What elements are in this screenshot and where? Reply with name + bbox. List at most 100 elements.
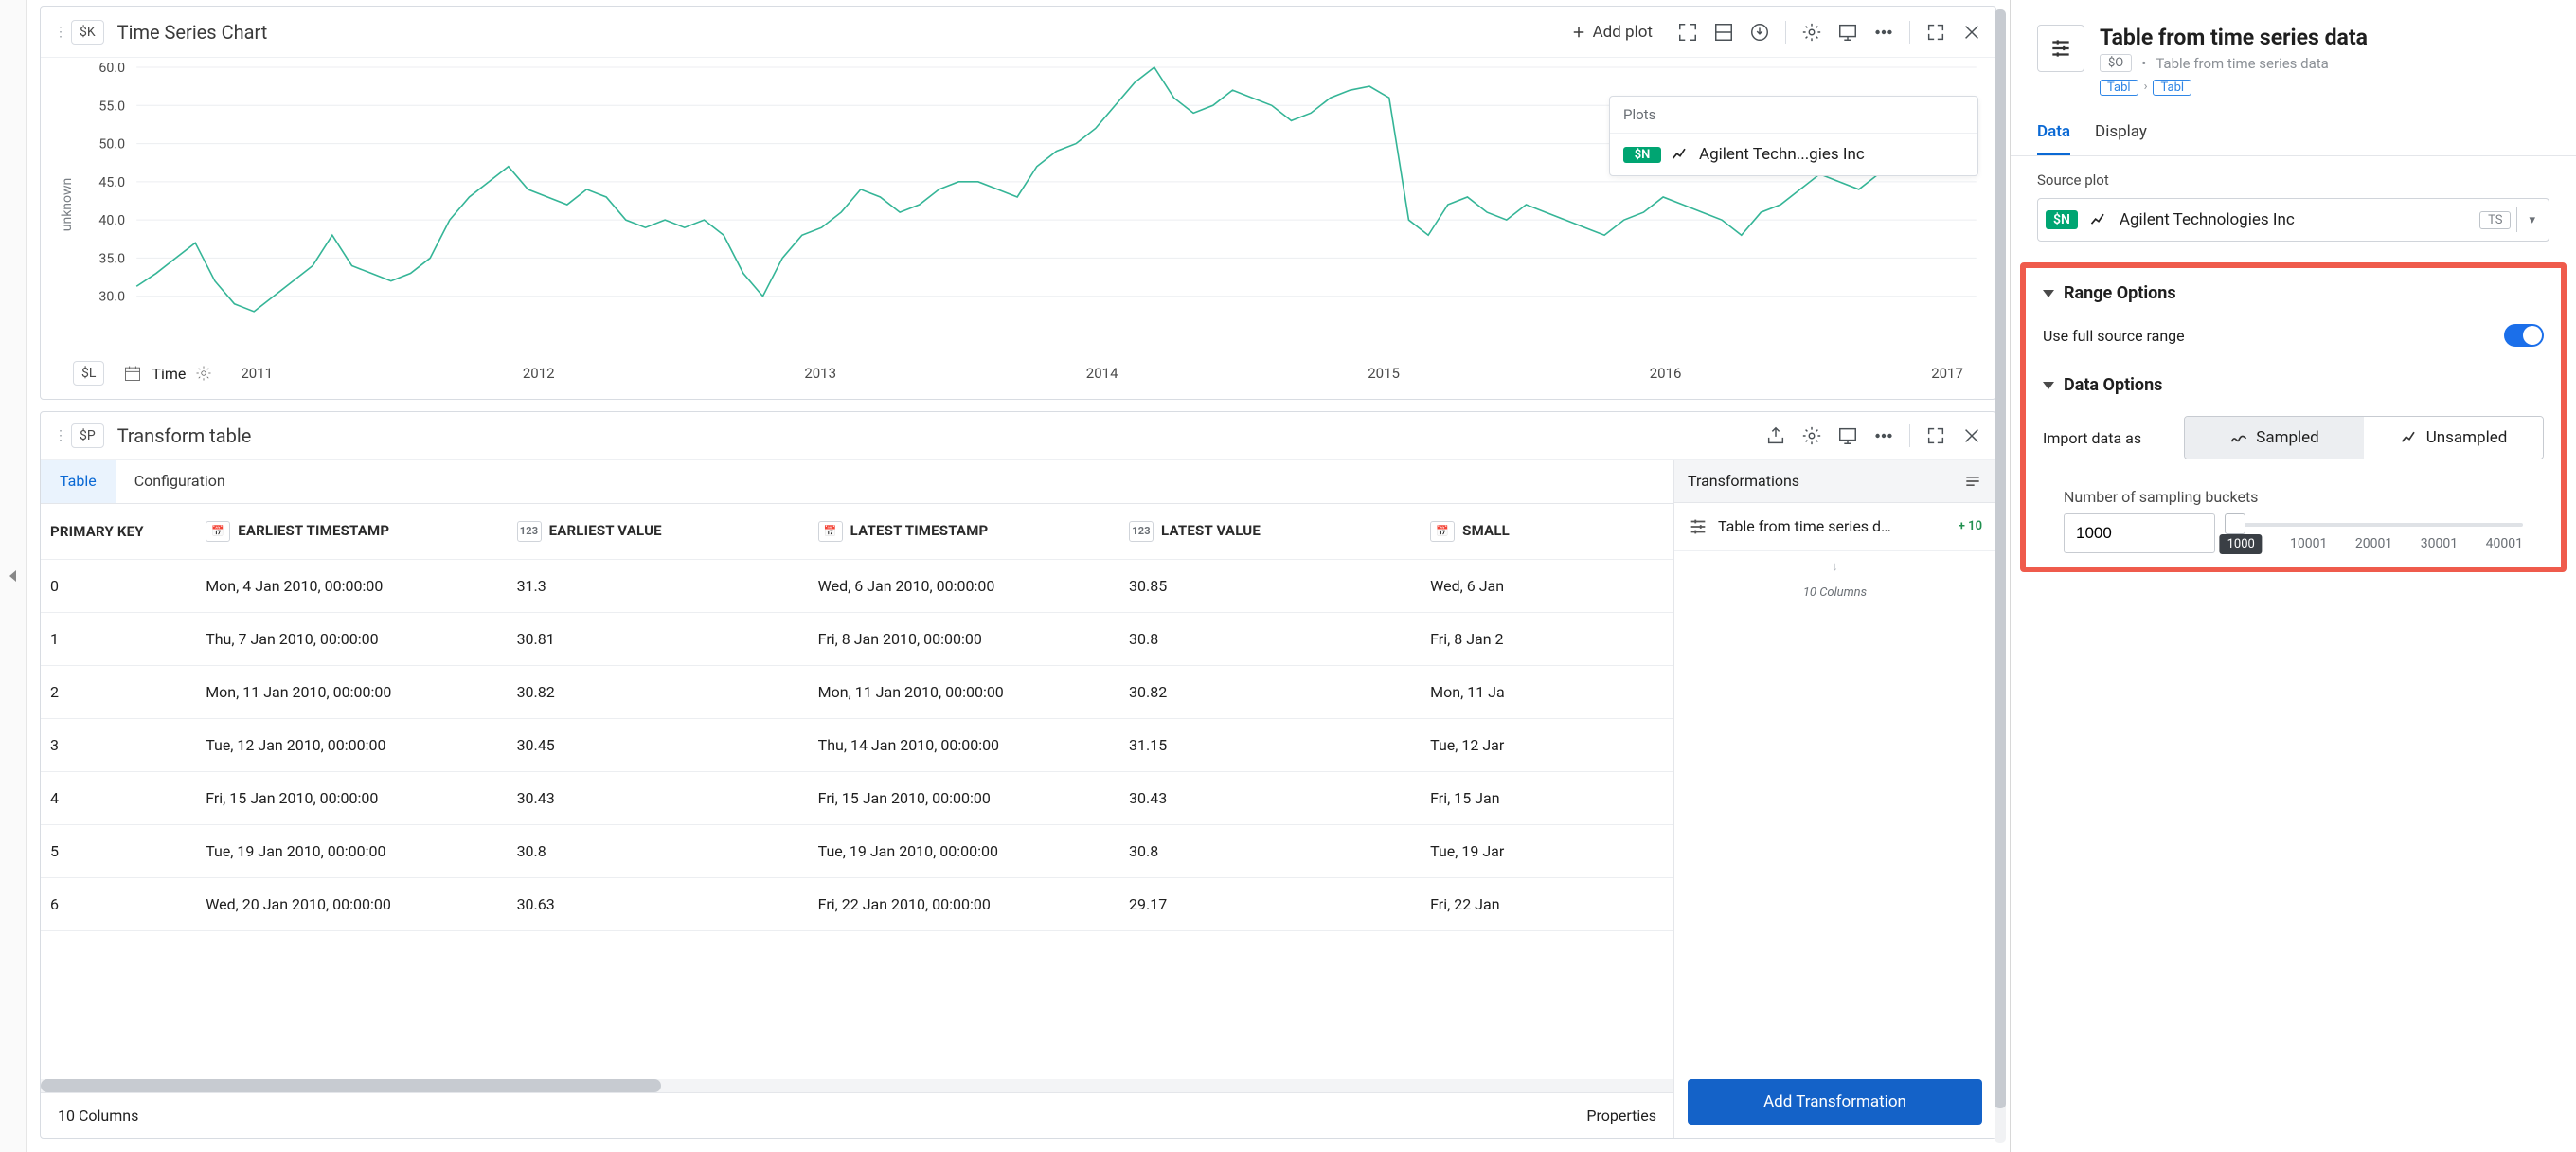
svg-text:30.0: 30.0	[98, 290, 125, 305]
monitor-icon[interactable]	[1837, 22, 1858, 43]
legend-card: Plots $N Agilent Techn...gies Inc	[1609, 96, 1978, 176]
source-plot-label: Source plot	[2037, 171, 2549, 189]
svg-text:60.0: 60.0	[98, 61, 125, 76]
column-header[interactable]: 📅SMALL	[1421, 504, 1673, 560]
x-tick: 2013	[804, 365, 836, 382]
calendar-icon: 📅	[206, 521, 230, 542]
buckets-input[interactable]	[2064, 513, 2215, 553]
slider-tooltip: 1000	[2220, 534, 2263, 554]
sampled-button[interactable]: Sampled	[2185, 417, 2364, 459]
chart-canvas[interactable]: unknown 30.035.040.045.050.055.060.0 Plo…	[41, 58, 1995, 351]
table-panel: ⋮⋮⋮ $P Transform table Table Co	[40, 411, 1996, 1139]
list-icon[interactable]	[1963, 472, 1982, 491]
tab-configuration[interactable]: Configuration	[116, 460, 244, 503]
plus-icon	[1570, 24, 1587, 41]
drag-handle-icon[interactable]: ⋮⋮⋮	[54, 25, 71, 40]
transform-item[interactable]: Table from time series d… + 10	[1674, 503, 1995, 551]
x-tick: 2012	[523, 365, 555, 382]
inspector-panel: Table from time series data $O • Table f…	[2011, 0, 2576, 1152]
column-count-label: 10 Columns	[58, 1107, 138, 1125]
x-tick: 2014	[1086, 365, 1118, 382]
more-icon[interactable]	[1873, 425, 1894, 446]
autoscale-icon[interactable]	[1713, 22, 1734, 43]
table-row[interactable]: 6Wed, 20 Jan 2010, 00:00:0030.63Fri, 22 …	[41, 877, 1673, 930]
breadcrumb-chip[interactable]: Tabl	[2153, 80, 2191, 96]
svg-text:40.0: 40.0	[98, 213, 125, 228]
time-badge[interactable]: $L	[73, 361, 104, 386]
horizontal-scrollbar[interactable]	[41, 1079, 1673, 1092]
close-icon[interactable]	[1961, 425, 1982, 446]
range-options-header[interactable]: Range Options	[2026, 268, 2561, 318]
chart-badge[interactable]: $K	[71, 20, 104, 45]
table-badge[interactable]: $P	[71, 423, 104, 448]
chart-panel: ⋮⋮⋮ $K Time Series Chart Add plot	[40, 6, 1996, 400]
chevron-down-icon	[2043, 290, 2054, 297]
svg-text:50.0: 50.0	[98, 137, 125, 153]
table-row[interactable]: 4Fri, 15 Jan 2010, 00:00:0030.43Fri, 15 …	[41, 771, 1673, 824]
chevron-left-icon	[9, 570, 16, 582]
unsampled-button[interactable]: Unsampled	[2364, 417, 2543, 459]
gear-icon[interactable]	[195, 365, 212, 382]
tab-display[interactable]: Display	[2095, 122, 2147, 155]
x-tick: 2016	[1650, 365, 1682, 382]
inspector-title: Table from time series data	[2100, 25, 2549, 50]
transformations-panel: Transformations Table from time series d…	[1673, 460, 1995, 1139]
column-header[interactable]: 123EARLIEST VALUE	[508, 504, 809, 560]
calendar-icon: 📅	[818, 521, 843, 542]
fullscreen-icon[interactable]	[1925, 22, 1946, 43]
fit-icon[interactable]	[1677, 22, 1698, 43]
gear-icon[interactable]	[1801, 22, 1822, 43]
tab-table[interactable]: Table	[41, 460, 116, 503]
properties-link[interactable]: Properties	[1586, 1107, 1656, 1125]
gear-icon[interactable]	[1801, 425, 1822, 446]
transforms-column-count: 10 Columns	[1674, 582, 1995, 613]
svg-text:35.0: 35.0	[98, 251, 125, 266]
legend-item[interactable]: $N Agilent Techn...gies Inc	[1610, 134, 1977, 175]
chevron-down-icon	[2043, 382, 2054, 389]
close-icon[interactable]	[1961, 22, 1982, 43]
fullscreen-icon[interactable]	[1925, 425, 1946, 446]
table-row[interactable]: 3Tue, 12 Jan 2010, 00:00:0030.45Thu, 14 …	[41, 718, 1673, 771]
column-header[interactable]: 123LATEST VALUE	[1119, 504, 1421, 560]
arrow-down-icon: ↓	[1674, 551, 1995, 582]
export-icon[interactable]	[1765, 425, 1786, 446]
table-row[interactable]: 2Mon, 11 Jan 2010, 00:00:0030.82Mon, 11 …	[41, 665, 1673, 718]
column-header[interactable]: PRIMARY KEY	[41, 504, 196, 560]
legend-title: Plots	[1610, 97, 1977, 134]
time-label: Time	[152, 365, 186, 383]
data-grid[interactable]: PRIMARY KEY📅EARLIEST TIMESTAMP123EARLIES…	[41, 504, 1673, 1080]
buckets-slider[interactable]: 1000 100010001200013000140001	[2232, 513, 2523, 551]
line-chart-icon	[2400, 428, 2419, 447]
column-header[interactable]: 📅EARLIEST TIMESTAMP	[196, 504, 507, 560]
options-highlight: Range Options Use full source range Data…	[2020, 262, 2567, 572]
column-header[interactable]: 📅LATEST TIMESTAMP	[809, 504, 1119, 560]
monitor-icon[interactable]	[1837, 425, 1858, 446]
table-transform-icon	[2037, 25, 2084, 72]
table-row[interactable]: 1Thu, 7 Jan 2010, 00:00:0030.81Fri, 8 Ja…	[41, 612, 1673, 665]
table-row[interactable]: 0Mon, 4 Jan 2010, 00:00:0031.3Wed, 6 Jan…	[41, 559, 1673, 612]
svg-text:55.0: 55.0	[98, 99, 125, 114]
import-as-label: Import data as	[2043, 429, 2141, 447]
breadcrumb-chip[interactable]: Tabl	[2100, 80, 2138, 96]
use-full-range-label: Use full source range	[2043, 327, 2185, 345]
buckets-label: Number of sampling buckets	[2026, 473, 2561, 513]
x-tick: 2015	[1368, 365, 1400, 382]
number-icon: 123	[517, 521, 542, 542]
line-chart-icon	[1671, 145, 1690, 164]
collapse-gutter[interactable]	[0, 0, 27, 1152]
chart-title: Time Series Chart	[117, 21, 1570, 44]
data-options-header[interactable]: Data Options	[2026, 360, 2561, 410]
download-icon[interactable]	[1749, 22, 1770, 43]
drag-handle-icon[interactable]: ⋮⋮⋮	[54, 428, 71, 443]
use-full-range-toggle[interactable]	[2504, 324, 2544, 347]
tab-data[interactable]: Data	[2037, 122, 2070, 155]
number-icon: 123	[1129, 521, 1154, 542]
chevron-down-icon[interactable]: ▾	[2523, 213, 2541, 227]
more-icon[interactable]	[1873, 22, 1894, 43]
calendar-icon: 📅	[1430, 521, 1455, 542]
add-plot-button[interactable]: Add plot	[1570, 23, 1653, 42]
table-row[interactable]: 5Tue, 19 Jan 2010, 00:00:0030.8Tue, 19 J…	[41, 824, 1673, 877]
source-plot-select[interactable]: $N Agilent Technologies Inc TS ▾	[2037, 198, 2549, 242]
table-title: Transform table	[117, 424, 1765, 447]
add-transformation-button[interactable]: Add Transformation	[1688, 1079, 1982, 1125]
